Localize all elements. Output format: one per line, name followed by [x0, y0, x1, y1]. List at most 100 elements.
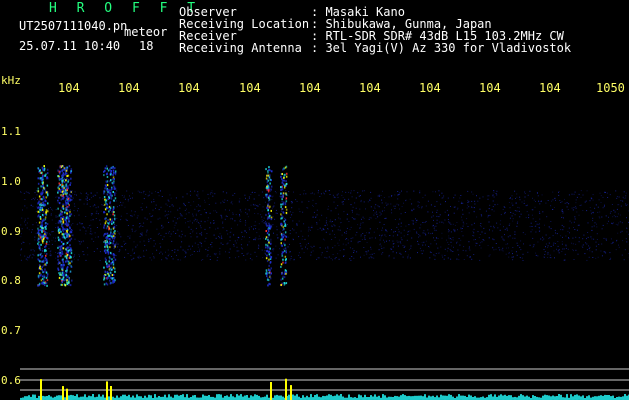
signal-pixel [197, 195, 199, 197]
signal-pixel [380, 195, 382, 196]
y-axis-unit: kHz [1, 74, 21, 87]
signal-pixel [32, 205, 34, 207]
signal-pixel [110, 266, 112, 269]
signal-pixel [220, 214, 222, 216]
signal-pixel [593, 238, 595, 240]
signal-pixel [65, 198, 68, 200]
signal-pixel [602, 196, 604, 198]
signal-pixel [47, 233, 49, 235]
signal-pixel [98, 213, 99, 215]
signal-pixel [351, 209, 353, 211]
signal-pixel [265, 230, 267, 232]
signal-pixel [95, 236, 97, 238]
signal-pixel [544, 251, 546, 253]
signal-pixel [538, 200, 539, 202]
signal-pixel [94, 204, 95, 206]
signal-pixel [419, 235, 421, 237]
signal-pixel [461, 201, 463, 203]
signal-pixel [68, 237, 70, 239]
signal-pixel [46, 184, 49, 187]
signal-pixel [67, 174, 70, 177]
signal-pixel [367, 201, 369, 203]
signal-pixel [41, 226, 43, 229]
signal-pixel [490, 394, 492, 400]
signal-pixel [347, 213, 349, 215]
signal-pixel [601, 243, 603, 245]
signal-pixel [133, 241, 135, 243]
signal-pixel [404, 212, 406, 213]
signal-pixel [492, 238, 494, 240]
signal-pixel [318, 396, 320, 400]
signal-pixel [520, 213, 522, 215]
signal-pixel [360, 201, 362, 203]
signal-pixel [595, 249, 597, 251]
signal-pixel [204, 199, 205, 201]
signal-pixel [406, 191, 408, 193]
signal-pixel [85, 230, 87, 232]
signal-pixel [178, 217, 180, 219]
signal-pixel [343, 255, 345, 257]
signal-pixel [394, 395, 396, 400]
signal-pixel [110, 228, 112, 231]
signal-pixel [586, 396, 588, 400]
signal-pixel [338, 239, 340, 241]
signal-pixel [325, 247, 326, 249]
signal-pixel [361, 218, 362, 220]
signal-pixel [482, 239, 484, 240]
signal-pixel [134, 211, 136, 213]
signal-pixel [396, 226, 398, 228]
signal-pixel [284, 166, 287, 169]
signal-pixel [441, 254, 443, 256]
signal-pixel [108, 221, 111, 224]
signal-pixel [239, 214, 240, 216]
signal-pixel [495, 248, 497, 250]
signal-pixel [436, 209, 438, 211]
signal-pixel [536, 223, 538, 225]
signal-pixel [557, 245, 559, 247]
signal-pixel [466, 207, 468, 209]
signal-pixel [324, 225, 326, 227]
signal-pixel [248, 209, 250, 211]
signal-pixel [105, 199, 108, 202]
signal-pixel [543, 238, 545, 240]
signal-pixel [612, 242, 614, 244]
signal-pixel [562, 229, 564, 231]
signal-pixel [116, 241, 118, 243]
signal-pixel [260, 214, 262, 216]
signal-pixel [617, 224, 619, 226]
signal-pixel [326, 224, 328, 226]
signal-pixel [47, 243, 49, 245]
signal-pixel [190, 236, 192, 238]
signal-pixel [257, 238, 259, 240]
signal-pixel [215, 252, 217, 254]
signal-pixel [280, 192, 282, 195]
signal-pixel [330, 394, 332, 400]
signal-pixel [105, 165, 108, 168]
signal-pixel [436, 395, 438, 400]
signal-pixel [277, 237, 279, 239]
signal-pixel [436, 201, 438, 203]
signal-pixel [267, 170, 269, 172]
signal-pixel [515, 202, 517, 204]
signal-pixel [332, 254, 334, 255]
signal-pixel [55, 196, 56, 198]
signal-pixel [500, 214, 502, 216]
signal-pixel [68, 283, 70, 286]
signal-pixel [411, 237, 413, 239]
signal-pixel [290, 255, 292, 257]
signal-pixel [535, 252, 537, 254]
signal-pixel [493, 190, 495, 192]
signal-pixel [499, 223, 501, 225]
signal-pixel [50, 396, 52, 400]
signal-pixel [399, 218, 401, 220]
signal-pixel [246, 395, 248, 400]
signal-pixel [90, 230, 92, 232]
signal-pixel [20, 254, 21, 256]
signal-pixel [608, 220, 609, 222]
signal-pixel [179, 213, 181, 215]
signal-pixel [109, 257, 111, 260]
signal-pixel [99, 260, 101, 261]
signal-pixel [112, 169, 115, 172]
signal-pixel [537, 241, 539, 243]
signal-pixel [270, 242, 272, 245]
